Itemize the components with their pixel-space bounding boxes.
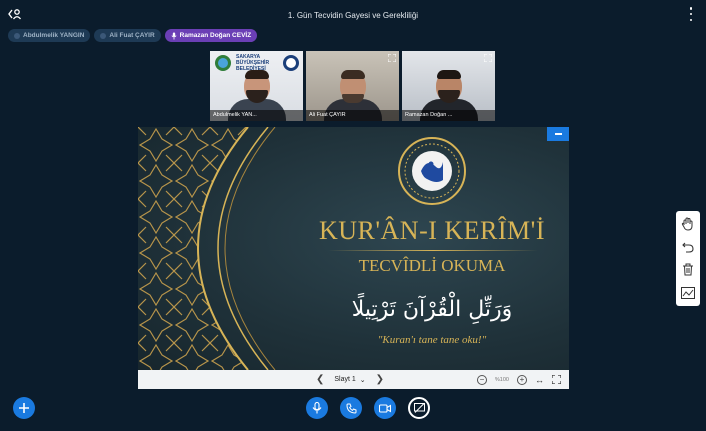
microphone-icon [312, 402, 322, 414]
top-bar: 1. Gün Tecvidin Gayesi ve Gerekliliği [0, 0, 706, 28]
phone-icon [345, 403, 356, 414]
video-tile[interactable]: Ali Fuat ÇAYIR [306, 51, 399, 121]
video-strip: SAKARYA BÜYÜKŞEHİR BELEDİYESİ Abdulmelik… [210, 51, 495, 121]
more-options-icon [689, 7, 693, 10]
clear-annotations-button[interactable] [679, 261, 697, 279]
talker-name: Ramazan Doğan CEVİZ [179, 32, 252, 39]
next-slide-button[interactable]: ❯ [376, 374, 384, 385]
presentation-slide[interactable]: KUR'ÂN-I KERÎM'İ TECVÎDLİ OKUMA وَرَتِّل… [138, 127, 569, 370]
chevron-down-icon: ⌄ [359, 376, 366, 384]
talker-name: Ali Fuat ÇAYIR [109, 32, 155, 39]
slide-quote: "Kuran'ı tane tane oku!" [377, 334, 487, 346]
zoom-level: %100 [494, 376, 509, 383]
minimize-presentation-button[interactable] [547, 127, 569, 141]
talker-badge-active[interactable]: Ramazan Doğan CEVİZ [164, 29, 258, 42]
talker-name: Abdulmelik YANGIN [23, 32, 85, 39]
talker-status-dot [14, 32, 20, 39]
slide-arabic-verse: وَرَتِّلِ الْقُرْآنَ تَرْتِيلًا [351, 297, 513, 322]
screen-share-off-icon [413, 403, 425, 413]
talking-indicators: Abdulmelik YANGIN Ali Fuat ÇAYIR Ramazan… [8, 29, 258, 42]
microphone-icon [171, 32, 177, 39]
video-tile[interactable]: SAKARYA BÜYÜKŞEHİR BELEDİYESİ Abdulmelik… [210, 51, 303, 121]
talker-badge[interactable]: Ali Fuat ÇAYIR [94, 29, 161, 42]
multi-user-icon [681, 286, 695, 299]
undo-icon [682, 242, 694, 253]
audio-button[interactable] [340, 397, 362, 419]
whiteboard-toolbar [676, 211, 700, 306]
hand-icon [681, 217, 693, 231]
meeting-title: 1. Gün Tecvidin Gayesi ve Gerekliliği [287, 11, 419, 20]
zoom-in-button[interactable]: + [517, 374, 527, 385]
ornament-pattern [138, 127, 276, 370]
trash-icon [683, 263, 693, 276]
emblem-logo [283, 55, 299, 71]
video-name-label: Ramazan Doğan ... [402, 110, 495, 121]
slide-divider [328, 250, 538, 251]
presentation-area: KUR'ÂN-I KERÎM'İ TECVÎDLİ OKUMA وَرَتِّل… [138, 127, 569, 389]
fit-to-width-icon[interactable]: ↔ [535, 375, 544, 385]
microphone-button[interactable] [306, 397, 328, 419]
talker-badge[interactable]: Abdulmelik YANGIN [8, 29, 91, 42]
municipality-logo [215, 55, 231, 71]
minimize-icon [554, 133, 562, 135]
slide-subtitle: TECVÎDLİ OKUMA [358, 256, 506, 275]
hand-tool-button[interactable] [679, 215, 697, 233]
options-menu-button[interactable] [686, 7, 696, 21]
previous-slide-button[interactable]: ❮ [316, 374, 324, 385]
slide-select[interactable]: Slayt 1 ⌄ [334, 376, 365, 384]
actions-button[interactable] [13, 397, 35, 419]
slide-select-label: Slayt 1 [334, 376, 356, 383]
fullscreen-icon[interactable] [388, 54, 396, 62]
fullscreen-icon[interactable] [552, 375, 561, 384]
fullscreen-icon[interactable] [484, 54, 492, 62]
presentation-toolbar: ❮ Slayt 1 ⌄ ❯ − %100 + ↔ [138, 370, 569, 389]
talker-status-dot [100, 32, 107, 39]
video-name-label: Abdulmelik YAN... [210, 110, 303, 121]
zoom-out-button[interactable]: − [476, 374, 487, 385]
video-name-label: Ali Fuat ÇAYIR [306, 110, 399, 121]
camera-button[interactable] [374, 397, 396, 419]
multi-user-whiteboard-button[interactable] [679, 284, 697, 302]
camera-icon [379, 403, 391, 413]
diyanet-emblem-logo [398, 137, 466, 205]
video-tile-speaking[interactable]: Ramazan Doğan ... [402, 51, 495, 121]
screen-share-button[interactable] [408, 397, 430, 419]
plus-icon [19, 403, 29, 413]
undo-button[interactable] [679, 238, 697, 256]
media-controls [306, 397, 430, 419]
slide-title: KUR'ÂN-I KERÎM'İ [318, 216, 546, 245]
